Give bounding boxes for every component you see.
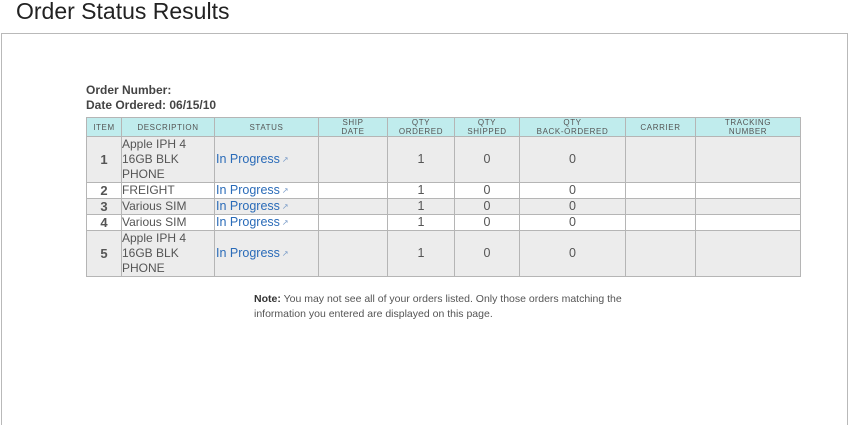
tracking-number [695, 230, 801, 277]
qty-shipped: 0 [454, 230, 520, 277]
note-label: Note: [254, 293, 281, 305]
order-number-line: Order Number: [86, 83, 216, 98]
ship-date [318, 214, 388, 231]
ship-date [318, 182, 388, 199]
table-row: 2 FREIGHT In Progress ↗ 1 0 0 [86, 182, 801, 199]
status-link[interactable]: In Progress ↗ [215, 246, 289, 260]
status-link[interactable]: In Progress ↗ [215, 199, 289, 213]
date-ordered-label: Date Ordered: [86, 98, 167, 112]
ship-date [318, 136, 388, 183]
carrier [625, 182, 696, 199]
qty-ordered: 1 [387, 230, 455, 277]
header-qty-shipped: QTY SHIPPED [454, 117, 520, 137]
qty-back-ordered: 0 [519, 136, 626, 183]
status-cell: In Progress ↗ [214, 230, 319, 277]
order-info: Order Number: Date Ordered: 06/15/10 [86, 83, 216, 113]
note-text: You may not see all of your orders liste… [254, 293, 622, 320]
item-number: 3 [86, 198, 122, 215]
status-cell: In Progress ↗ [214, 198, 319, 215]
carrier [625, 214, 696, 231]
qty-ordered: 1 [387, 136, 455, 183]
status-cell: In Progress ↗ [214, 182, 319, 199]
external-link-icon: ↗ [281, 155, 289, 164]
item-description: FREIGHT [121, 182, 215, 199]
external-link-icon: ↗ [281, 202, 289, 211]
item-number: 1 [86, 136, 122, 183]
external-link-icon: ↗ [281, 249, 289, 258]
external-link-icon: ↗ [281, 186, 289, 195]
table-row: 4 Various SIM In Progress ↗ 1 0 0 [86, 214, 801, 231]
table-row: 3 Various SIM In Progress ↗ 1 0 0 [86, 198, 801, 215]
qty-ordered: 1 [387, 182, 455, 199]
table-row: 1 Apple IPH 4 16GB BLK PHONE In Progress… [86, 136, 801, 183]
qty-shipped: 0 [454, 182, 520, 199]
date-ordered-line: Date Ordered: 06/15/10 [86, 98, 216, 113]
item-description: Various SIM [121, 214, 215, 231]
qty-ordered: 1 [387, 198, 455, 215]
header-ship-date: SHIP DATE [318, 117, 388, 137]
item-number: 5 [86, 230, 122, 277]
carrier [625, 198, 696, 215]
table-header-row: ITEM DESCRIPTION STATUS SHIP DATE QTY ORDE… [86, 117, 801, 137]
qty-back-ordered: 0 [519, 198, 626, 215]
header-item: ITEM [86, 117, 122, 137]
header-carrier: CARRIER [625, 117, 696, 137]
header-qty-back-ordered: QTY BACK-ORDERED [519, 117, 626, 137]
tracking-number [695, 198, 801, 215]
external-link-icon: ↗ [281, 218, 289, 227]
order-number-label: Order Number: [86, 83, 172, 97]
tracking-number [695, 136, 801, 183]
order-status-table: ITEM DESCRIPTION STATUS SHIP DATE QTY ORDE… [86, 117, 801, 277]
date-ordered-value: 06/15/10 [169, 98, 217, 112]
item-description: Various SIM [121, 198, 215, 215]
tracking-number [695, 214, 801, 231]
status-link[interactable]: In Progress ↗ [215, 215, 289, 229]
header-status: STATUS [214, 117, 319, 137]
qty-back-ordered: 0 [519, 214, 626, 231]
status-link[interactable]: In Progress ↗ [215, 183, 289, 197]
item-number: 2 [86, 182, 122, 199]
status-cell: In Progress ↗ [214, 136, 319, 183]
header-qty-ordered: QTY ORDERED [387, 117, 455, 137]
item-description: Apple IPH 4 16GB BLK PHONE [121, 136, 215, 183]
header-description: DESCRIPTION [121, 117, 215, 137]
status-cell: In Progress ↗ [214, 214, 319, 231]
ship-date [318, 198, 388, 215]
qty-back-ordered: 0 [519, 230, 626, 277]
qty-ordered: 1 [387, 214, 455, 231]
results-note: Note: You may not see all of your orders… [254, 292, 674, 322]
carrier [625, 136, 696, 183]
qty-back-ordered: 0 [519, 182, 626, 199]
page-title: Order Status Results [16, 0, 230, 24]
status-link[interactable]: In Progress ↗ [215, 152, 289, 166]
ship-date [318, 230, 388, 277]
tracking-number [695, 182, 801, 199]
header-tracking-number: TRACKING NUMBER [695, 117, 801, 137]
qty-shipped: 0 [454, 136, 520, 183]
item-number: 4 [86, 214, 122, 231]
item-description: Apple IPH 4 16GB BLK PHONE [121, 230, 215, 277]
qty-shipped: 0 [454, 198, 520, 215]
table-row: 5 Apple IPH 4 16GB BLK PHONE In Progress… [86, 230, 801, 277]
qty-shipped: 0 [454, 214, 520, 231]
carrier [625, 230, 696, 277]
